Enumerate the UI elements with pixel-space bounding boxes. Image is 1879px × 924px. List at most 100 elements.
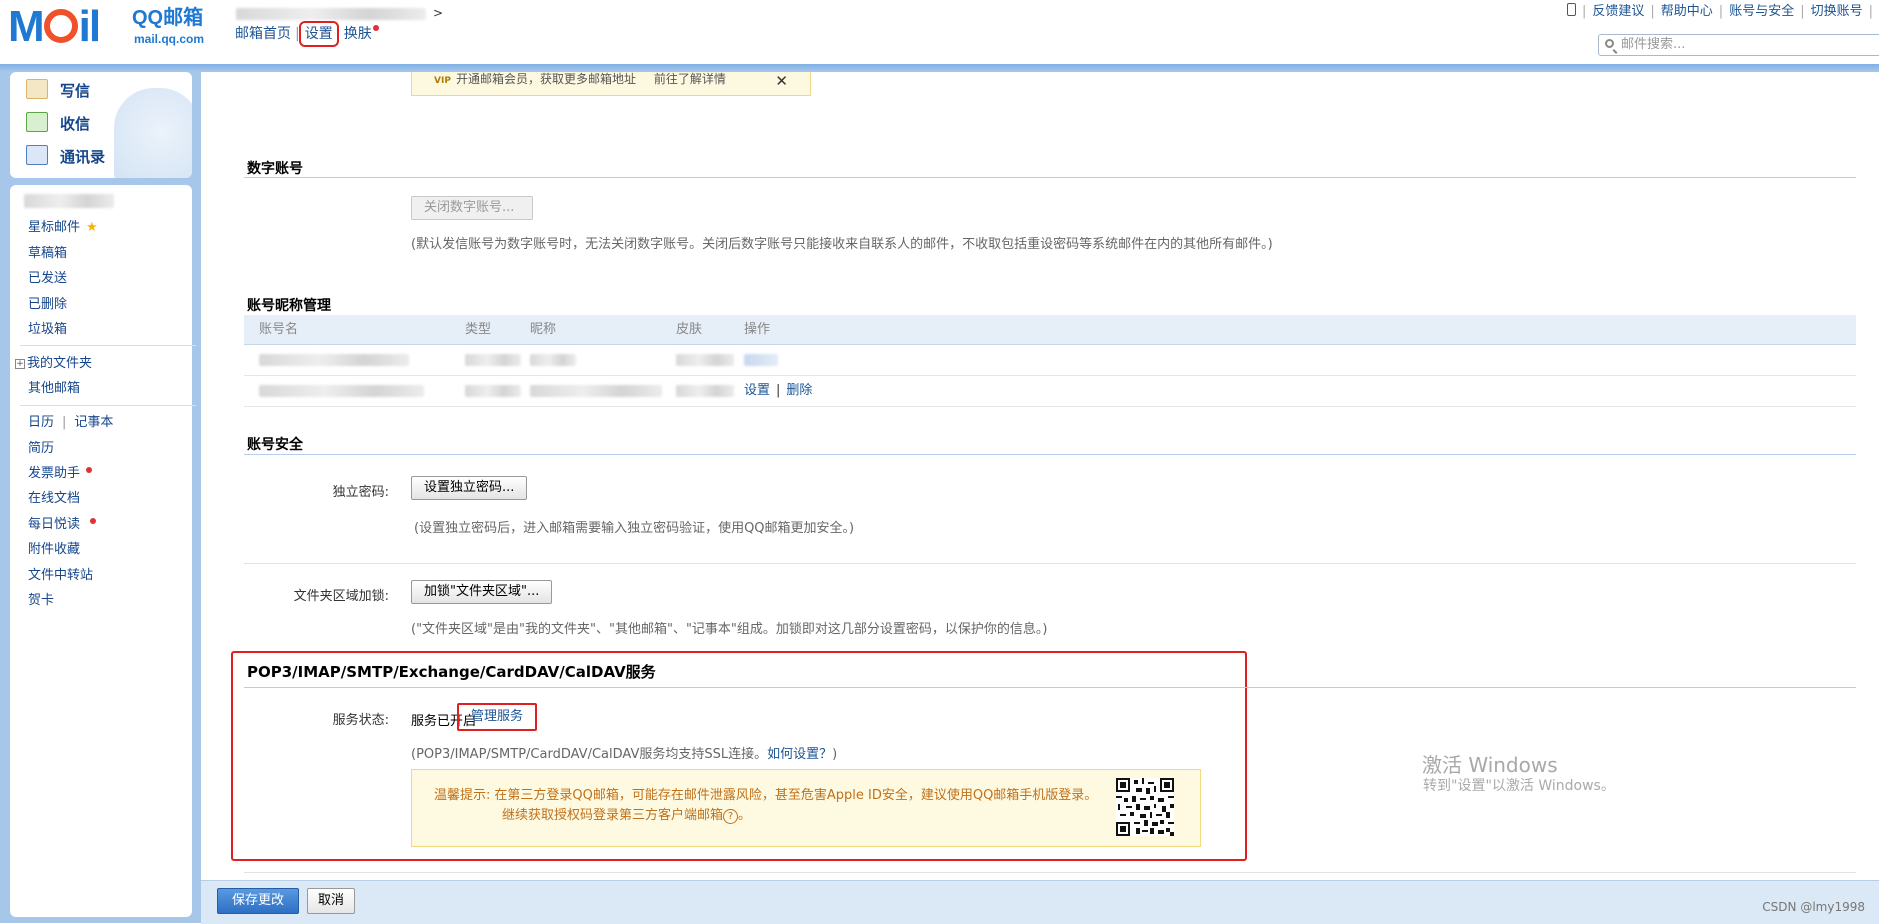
section-divider <box>244 563 1856 564</box>
warm-tip-line1: 温馨提示: 在第三方登录QQ邮箱，可能存在邮件泄露风险，甚至危害Apple ID安… <box>434 784 1097 803</box>
close-digital-account-button[interactable]: 关闭数字账号... <box>411 196 533 220</box>
logo-brand: QQ邮箱 <box>132 7 204 29</box>
folder-my-folders[interactable]: + 我的文件夹 <box>15 355 92 373</box>
search-placeholder: 邮件搜索... <box>1621 37 1686 52</box>
redacted-type <box>465 354 521 366</box>
independent-password-note: (设置独立密码后，进入邮箱需要输入独立密码验证，使用QQ邮箱更加安全。) <box>414 521 855 536</box>
service-status-label: 服务状态: <box>332 713 389 728</box>
csdn-credit: CSDN @lmy1998 <box>1762 900 1865 914</box>
link-calendar[interactable]: 日历 <box>28 415 54 430</box>
folder-drafts[interactable]: 草稿箱 <box>28 245 67 263</box>
inbox-button[interactable]: 收信 <box>26 109 90 139</box>
top-links: | 反馈建议 | 帮助中心 | 账号与安全 | 切换账号 | <box>1566 0 1879 19</box>
tool-daily-reading[interactable]: 每日悦读 <box>28 516 97 534</box>
redacted-inbox-item <box>24 194 114 208</box>
row-settings-link[interactable]: 设置 <box>744 383 770 398</box>
col-skin: 皮肤 <box>676 322 703 337</box>
warm-tip-line2: 继续获取授权码登录第三方客户端邮箱?。 <box>502 808 752 824</box>
help-question-icon[interactable]: ? <box>723 809 739 824</box>
contacts-label: 通讯录 <box>60 148 106 166</box>
close-icon[interactable]: ✕ <box>775 74 788 89</box>
star-icon: ★ <box>86 220 98 235</box>
vip-banner-text: 开通邮箱会员，获取更多邮箱地址 <box>456 72 637 86</box>
nav-skin[interactable]: 换肤 <box>344 26 372 42</box>
link-switch-account[interactable]: 切换账号 <box>1811 4 1863 19</box>
settings-main: VIP 开通邮箱会员，获取更多邮箱地址 前往了解详情 ✕ 数字账号 关闭数字账号… <box>201 72 1879 880</box>
redacted-account-name <box>259 354 409 366</box>
folder-sent[interactable]: 已发送 <box>28 270 67 288</box>
section-title-digital-account: 数字账号 <box>247 161 303 177</box>
skin-new-dot-icon <box>372 25 379 31</box>
sidebar-divider <box>20 405 196 406</box>
logo-mail-wordmark: Mil <box>8 2 101 51</box>
windows-activation-hint: 转到"设置"以激活 Windows。 <box>1423 778 1615 794</box>
mail-search-input[interactable]: 邮件搜索... <box>1598 34 1879 56</box>
lock-folder-area-button[interactable]: 加锁"文件夹区域"... <box>411 580 553 604</box>
table-header: 账号名 类型 昵称 皮肤 操作 <box>244 315 1856 345</box>
get-auth-code-link[interactable]: 继续获取授权码登录第三方客户端邮箱 <box>502 808 723 823</box>
contacts-button[interactable]: 通讯录 <box>26 142 105 172</box>
warm-tip-box: 温馨提示: 在第三方登录QQ邮箱，可能存在邮件泄露风险，甚至危害Apple ID安… <box>411 769 1201 847</box>
vip-banner-link[interactable]: 前往了解详情 <box>654 72 726 86</box>
user-menu-arrow-icon[interactable]: > <box>433 6 443 20</box>
redacted-nickname <box>530 385 662 397</box>
vip-banner: VIP 开通邮箱会员，获取更多邮箱地址 前往了解详情 ✕ <box>411 72 811 96</box>
folder-deleted[interactable]: 已删除 <box>28 296 67 314</box>
folder-starred-label: 星标邮件 <box>28 220 81 235</box>
col-type: 类型 <box>465 322 492 337</box>
how-to-setup-link[interactable]: 如何设置？ <box>767 747 832 762</box>
tool-attachment-favorites[interactable]: 附件收藏 <box>28 541 80 559</box>
folder-other-mail[interactable]: 其他邮箱 <box>28 380 80 398</box>
windows-activation-watermark: 激活 Windows <box>1422 753 1558 777</box>
folder-sidebar: 星标邮件 ★ 草稿箱 已发送 已删除 垃圾箱 + 我的文件夹 其他邮箱 日历 | 记事本… <box>10 185 196 917</box>
tool-greeting-cards[interactable]: 贺卡 <box>28 592 54 610</box>
save-changes-button[interactable]: 保存更改 <box>217 888 300 914</box>
nav-mailbox-home[interactable]: 邮箱首页 <box>235 26 291 42</box>
qr-code-icon <box>1116 778 1174 836</box>
quick-actions-panel: 写信 收信 通讯录 <box>10 72 192 178</box>
folder-spam[interactable]: 垃圾箱 <box>28 321 67 339</box>
qq-mail-logo[interactable]: Mil QQ邮箱 mail.qq.com <box>8 4 218 50</box>
tool-invoice-assistant[interactable]: 发票助手 <box>28 465 93 483</box>
manage-service-link[interactable]: 管理服务 <box>457 703 537 731</box>
tool-resume[interactable]: 简历 <box>28 440 54 458</box>
top-header: Mil QQ邮箱 mail.qq.com > 邮箱首页 | 设置 换肤 | 反馈建议 | 帮… <box>0 0 1879 70</box>
link-feedback[interactable]: 反馈建议 <box>1592 4 1644 19</box>
link-help-center[interactable]: 帮助中心 <box>1661 4 1713 19</box>
tool-file-transfer[interactable]: 文件中转站 <box>28 567 93 585</box>
redacted-nickname <box>530 354 576 366</box>
table-row: 设置 | 删除 <box>244 376 1856 407</box>
divider: | <box>776 383 781 398</box>
section-divider <box>244 872 1856 873</box>
new-dot-icon <box>90 518 97 524</box>
frame-top-band <box>0 64 1879 72</box>
set-independent-password-button[interactable]: 设置独立密码... <box>411 476 528 500</box>
cancel-button[interactable]: 取消 <box>307 888 356 914</box>
row-delete-link[interactable]: 删除 <box>786 383 812 398</box>
warm-tip-label: 温馨提示: <box>434 788 491 803</box>
invoice-label: 发票助手 <box>28 466 81 481</box>
compose-pencil-icon <box>26 79 48 99</box>
penguin-decoration-icon <box>114 88 192 178</box>
phone-icon[interactable] <box>1566 3 1576 16</box>
row-actions: 设置 | 删除 <box>744 376 812 406</box>
digital-account-note: (默认发信账号为数字账号时，无法关闭数字账号。关闭后数字账号只能接收来自联系人的… <box>411 237 1273 252</box>
nav-settings[interactable]: 设置 <box>298 21 339 47</box>
section-title-nickname-management: 账号昵称管理 <box>247 298 331 314</box>
section-title-account-security: 账号安全 <box>247 437 303 453</box>
folder-starred[interactable]: 星标邮件 ★ <box>28 219 98 237</box>
tool-online-docs[interactable]: 在线文档 <box>28 490 80 508</box>
link-account-security[interactable]: 账号与安全 <box>1729 4 1794 19</box>
compose-button[interactable]: 写信 <box>26 76 90 106</box>
redacted-skin <box>676 385 734 397</box>
ssl-note: (POP3/IMAP/SMTP/CardDAV/CalDAV服务均支持SSL连接… <box>411 743 837 762</box>
link-notes[interactable]: 记事本 <box>74 415 113 430</box>
top-nav: 邮箱首页 | 设置 换肤 <box>235 21 379 47</box>
my-folders-label: 我的文件夹 <box>27 356 93 371</box>
redacted-account-name <box>259 385 424 397</box>
ssl-note-end: ) <box>832 747 838 762</box>
nav-divider: | <box>295 26 300 42</box>
section-title-pop3-services: POP3/IMAP/SMTP/Exchange/CardDAV/CalDAV服务 <box>247 663 656 681</box>
expand-plus-icon[interactable]: + <box>15 359 25 369</box>
section-divider <box>244 177 1856 178</box>
